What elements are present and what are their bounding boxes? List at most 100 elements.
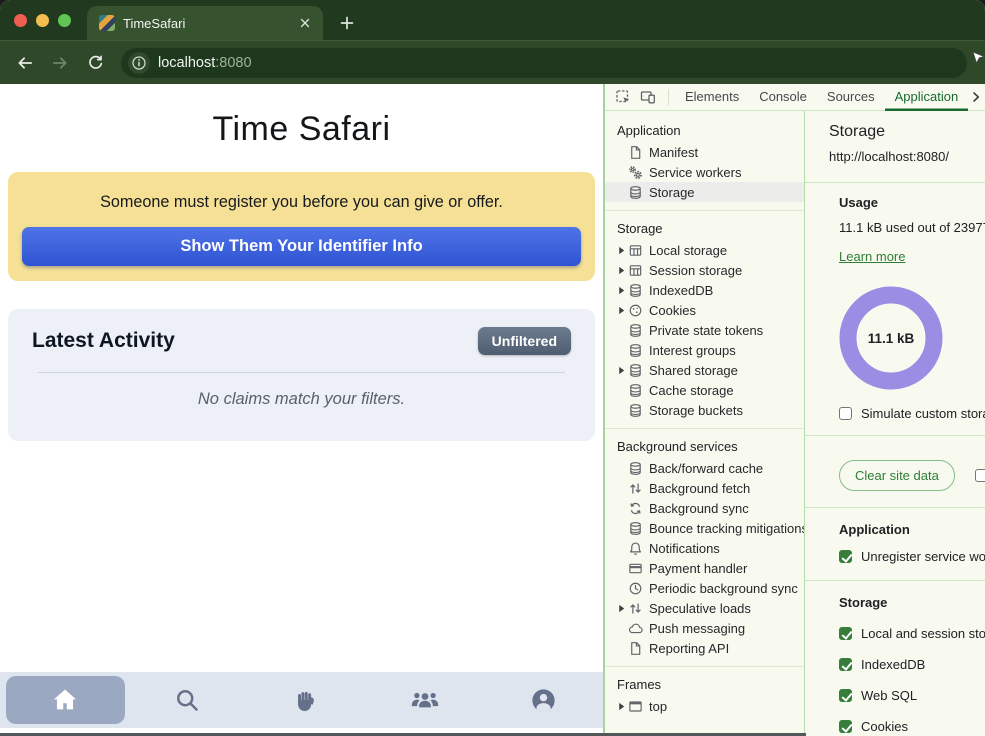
- forward-icon[interactable]: [47, 50, 73, 76]
- expand-arrow-icon[interactable]: [615, 366, 627, 375]
- tree-item-cache-storage[interactable]: Cache storage: [605, 380, 804, 400]
- reload-icon[interactable]: [82, 50, 108, 76]
- expand-arrow-icon[interactable]: [615, 306, 627, 315]
- latest-activity-heading: Latest Activity: [32, 329, 175, 353]
- checkbox-cookies[interactable]: Cookies: [839, 719, 985, 734]
- learn-more-link[interactable]: Learn more: [839, 249, 905, 264]
- tree-item-speculative-loads[interactable]: Speculative loads: [605, 598, 804, 618]
- pane-section-heading: Storage: [839, 595, 985, 610]
- checkbox-unchecked[interactable]: [839, 407, 852, 420]
- checkbox-local-and-session-storage[interactable]: Local and session storage: [839, 626, 985, 641]
- tree-item-interest-groups[interactable]: Interest groups: [605, 340, 804, 360]
- unfiltered-button[interactable]: Unfiltered: [478, 327, 571, 355]
- devtools-panel: ElementsConsoleSourcesApplication Applic…: [603, 84, 985, 736]
- tree-item-bounce-tracking-mitigations[interactable]: Bounce tracking mitigations: [605, 518, 804, 538]
- tree-item-shared-storage[interactable]: Shared storage: [605, 360, 804, 380]
- devtools-tab-elements[interactable]: Elements: [675, 84, 749, 111]
- nav-projects[interactable]: [247, 672, 366, 728]
- checkbox-checked[interactable]: [839, 658, 852, 671]
- browser-tab[interactable]: TimeSafari: [87, 6, 323, 40]
- sidebar-section-header-background-services: Background services: [605, 433, 804, 458]
- tree-item-background-fetch[interactable]: Background fetch: [605, 478, 804, 498]
- minimize-window-button[interactable]: [36, 14, 49, 27]
- database-icon: [627, 520, 643, 536]
- tree-item-payment-handler[interactable]: Payment handler: [605, 558, 804, 578]
- gears-icon: [627, 164, 643, 180]
- tree-item-manifest[interactable]: Manifest: [605, 142, 804, 162]
- mouse-cursor: [972, 52, 985, 72]
- nav-search[interactable]: [128, 672, 247, 728]
- sidebar-section-header-application: Application: [605, 117, 804, 142]
- checkbox-checked[interactable]: [839, 550, 852, 563]
- show-identifier-info-button[interactable]: Show Them Your Identifier Info: [22, 227, 581, 266]
- url-text: localhost:8080: [158, 55, 252, 71]
- tree-item-reporting-api[interactable]: Reporting API: [605, 638, 804, 658]
- tree-item-storage-buckets[interactable]: Storage buckets: [605, 400, 804, 420]
- sync-icon: [627, 500, 643, 516]
- zoom-window-button[interactable]: [58, 14, 71, 27]
- tree-item-storage[interactable]: Storage: [605, 182, 804, 202]
- tree-item-indexeddb[interactable]: IndexedDB: [605, 280, 804, 300]
- including-third-party-checkbox[interactable]: including third-party cookies: [975, 468, 985, 483]
- address-bar[interactable]: localhost:8080: [121, 48, 967, 78]
- checkbox-checked[interactable]: [839, 689, 852, 702]
- devtools-tab-application[interactable]: Application: [885, 84, 969, 111]
- back-icon[interactable]: [12, 50, 38, 76]
- expand-arrow-icon[interactable]: [615, 702, 627, 711]
- tree-item-label: Reporting API: [649, 641, 729, 656]
- tree-item-session-storage[interactable]: Session storage: [605, 260, 804, 280]
- tree-item-label: Background sync: [649, 501, 749, 516]
- usage-donut-label: 11.1 kB: [839, 286, 943, 390]
- tree-item-cookies[interactable]: Cookies: [605, 300, 804, 320]
- expand-arrow-icon[interactable]: [615, 604, 627, 613]
- tree-item-label: Periodic background sync: [649, 581, 798, 596]
- alert-message: Someone must register you before you can…: [22, 193, 581, 212]
- checkbox-unchecked[interactable]: [975, 469, 985, 482]
- document-icon: [627, 640, 643, 656]
- tab-bar: TimeSafari: [0, 0, 985, 40]
- checkbox-checked[interactable]: [839, 627, 852, 640]
- checkbox-web-sql[interactable]: Web SQL: [839, 688, 985, 703]
- more-tabs-icon[interactable]: [968, 89, 985, 105]
- site-info-icon[interactable]: [128, 52, 150, 74]
- devtools-tab-sources[interactable]: Sources: [817, 84, 885, 111]
- transfer-arrows-icon: [627, 600, 643, 616]
- payment-card-icon: [627, 560, 643, 576]
- nav-profile[interactable]: [484, 672, 603, 728]
- checkbox-unregister-service-workers[interactable]: Unregister service workers: [839, 549, 985, 564]
- people-icon: [410, 688, 440, 713]
- sidebar-section-divider: [605, 210, 804, 211]
- tree-item-periodic-background-sync[interactable]: Periodic background sync: [605, 578, 804, 598]
- expand-arrow-icon[interactable]: [615, 246, 627, 255]
- database-icon: [627, 282, 643, 298]
- sidebar-section-divider: [605, 428, 804, 429]
- tree-item-private-state-tokens[interactable]: Private state tokens: [605, 320, 804, 340]
- nav-contacts[interactable]: [365, 672, 484, 728]
- simulate-storage-checkbox[interactable]: Simulate custom storage: [839, 406, 985, 421]
- clear-site-data-button[interactable]: Clear site data: [839, 460, 955, 491]
- checkbox-indexeddb[interactable]: IndexedDB: [839, 657, 985, 672]
- devtools-tab-console[interactable]: Console: [749, 84, 817, 111]
- device-toolbar-icon[interactable]: [638, 87, 659, 107]
- checkbox-checked[interactable]: [839, 720, 852, 733]
- tree-item-top[interactable]: top: [605, 696, 804, 716]
- tree-item-notifications[interactable]: Notifications: [605, 538, 804, 558]
- tree-item-label: Interest groups: [649, 343, 736, 358]
- nav-home[interactable]: [6, 676, 125, 724]
- sidebar-section-header-frames: Frames: [605, 671, 804, 696]
- tree-item-background-sync[interactable]: Background sync: [605, 498, 804, 518]
- tree-item-service-workers[interactable]: Service workers: [605, 162, 804, 182]
- expand-arrow-icon[interactable]: [615, 266, 627, 275]
- pane-origin: http://localhost:8080/: [805, 141, 985, 182]
- tree-item-label: IndexedDB: [649, 283, 713, 298]
- new-tab-button[interactable]: [333, 9, 361, 37]
- tree-item-push-messaging[interactable]: Push messaging: [605, 618, 804, 638]
- expand-arrow-icon[interactable]: [615, 286, 627, 295]
- url-port: :8080: [215, 55, 251, 71]
- tree-item-local-storage[interactable]: Local storage: [605, 240, 804, 260]
- close-tab-icon[interactable]: [297, 15, 313, 31]
- pane-title: Storage: [805, 111, 985, 141]
- close-window-button[interactable]: [14, 14, 27, 27]
- tree-item-back-forward-cache[interactable]: Back/forward cache: [605, 458, 804, 478]
- inspect-element-icon[interactable]: [613, 87, 634, 107]
